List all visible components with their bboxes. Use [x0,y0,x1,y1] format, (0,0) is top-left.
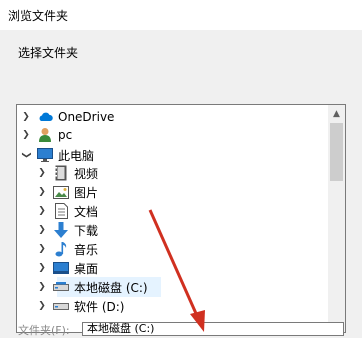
drive-icon [53,279,69,295]
tree-item-downloads[interactable]: ❯ 下载 [37,220,98,240]
tree-item-label: 软件 (D:) [74,299,125,314]
scroll-thumb[interactable] [330,123,343,181]
tree-item-this-pc[interactable]: ❯ 此电脑 [21,145,94,165]
tree-item-label: 视频 [74,166,99,181]
tree-item-label: pc [58,128,73,142]
tree-item-label: 此电脑 [58,148,95,163]
tree-item-label: OneDrive [58,110,115,124]
chevron-right-icon[interactable]: ❯ [21,130,31,140]
tree-item-music[interactable]: ❯ 音乐 [37,239,98,259]
tree-item-pictures[interactable]: ❯ 图片 [37,182,98,202]
tree-item-label: 文档 [74,204,99,219]
chevron-right-icon[interactable]: ❯ [37,168,47,178]
tree-item-label: 桌面 [74,261,99,276]
tree-item-label: 图片 [74,185,99,200]
chevron-right-icon[interactable]: ❯ [21,112,31,122]
tree-item-documents[interactable]: ❯ 文档 [37,201,98,221]
tree-item-label: 本地磁盘 (C:) [74,280,148,295]
tree-item-desktop[interactable]: ❯ 桌面 [37,258,98,278]
chevron-right-icon[interactable]: ❯ [37,206,47,216]
chevron-right-icon[interactable]: ❯ [37,244,47,254]
chevron-right-icon[interactable]: ❯ [37,282,47,292]
folder-name-field[interactable]: 本地磁盘 (C:) [82,322,344,336]
folder-field-label: 文件夹(F): [18,324,70,337]
desktop-folder-icon [53,260,69,276]
chevron-right-icon[interactable]: ❯ [37,225,47,235]
drive-icon [53,298,69,314]
documents-folder-icon [53,203,69,219]
chevron-right-icon[interactable]: ❯ [37,263,47,273]
folder-tree[interactable]: ❯ OneDrive ❯ pc ❯ 此电脑 ❯ 视频 ❯ 图片 ❯ 文档 ❯ 下… [16,104,346,333]
download-folder-icon [53,222,69,238]
chevron-right-icon[interactable]: ❯ [37,187,47,197]
vertical-scrollbar[interactable]: ▲ [328,105,345,332]
user-icon [37,127,53,143]
computer-icon [37,147,53,163]
window-title: 浏览文件夹 [8,9,69,23]
video-folder-icon [53,165,69,181]
chevron-right-icon[interactable]: ❯ [37,301,47,311]
music-folder-icon [53,241,69,257]
tree-item-videos[interactable]: ❯ 视频 [37,163,98,183]
tree-item-label: 下载 [74,223,99,238]
pictures-folder-icon [53,184,69,200]
scroll-up-arrow-icon[interactable]: ▲ [328,105,345,122]
tree-item-drive-c[interactable]: ❯ 本地磁盘 (C:) [37,277,148,297]
title-bar: 浏览文件夹 [0,0,362,30]
tree-item-label: 音乐 [74,242,99,257]
tree-item-onedrive[interactable]: ❯ OneDrive [21,107,114,127]
chevron-down-icon[interactable]: ❯ [21,150,31,160]
instruction-text: 选择文件夹 [18,46,79,60]
tree-item-pc[interactable]: ❯ pc [21,125,72,145]
onedrive-icon [37,109,53,125]
tree-item-drive-d[interactable]: ❯ 软件 (D:) [37,296,124,316]
